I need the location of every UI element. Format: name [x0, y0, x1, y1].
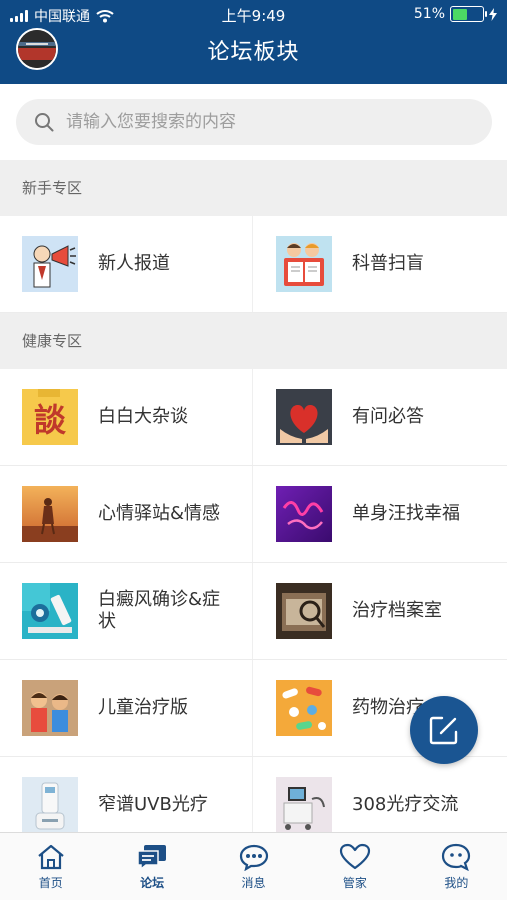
section-header-health: 健康专区 — [0, 313, 507, 369]
page-title: 论坛板块 — [207, 40, 300, 65]
section-header-newbie: 新手专区 — [0, 160, 507, 216]
board-item-archive[interactable]: 治疗档案室 — [254, 563, 507, 659]
board-label: 有问必答 — [352, 406, 424, 427]
megaphone-thumb — [22, 236, 78, 292]
board-label: 白白大杂谈 — [98, 406, 188, 427]
svg-text:談: 談 — [34, 401, 67, 439]
home-icon — [37, 844, 64, 870]
heart-hands-thumb — [276, 389, 332, 445]
tab-steward[interactable]: 管家 — [304, 833, 405, 900]
tab-label: 首页 — [38, 876, 63, 890]
board-row: 白癜风确诊&症状 治疗档案室 — [0, 563, 507, 660]
children-thumb — [22, 680, 78, 736]
board-label: 科普扫盲 — [352, 253, 424, 274]
board-label: 新人报道 — [98, 253, 170, 274]
board-item-qa[interactable]: 有问必答 — [254, 369, 507, 465]
tab-label: 管家 — [342, 876, 367, 890]
board-item-diagnosis[interactable]: 白癜风确诊&症状 — [0, 563, 253, 659]
new-post-button[interactable] — [410, 696, 478, 764]
tab-label: 消息 — [241, 876, 266, 890]
tab-messages[interactable]: 消息 — [203, 833, 304, 900]
board-label: 儿童治疗版 — [98, 697, 188, 718]
tab-label: 论坛 — [140, 876, 165, 890]
board-item-newcomer[interactable]: 新人报道 — [0, 216, 253, 312]
talk-sticker-thumb: 談 — [22, 389, 78, 445]
battery-percent: 51% — [413, 6, 445, 22]
app-header: 中国联通 上午9:49 51% 论坛板块 — [0, 0, 507, 84]
archive-thumb — [276, 583, 332, 639]
tab-label: 我的 — [444, 876, 469, 890]
edit-icon — [429, 716, 458, 745]
board-label: 308光疗交流 — [352, 794, 459, 815]
status-bar: 中国联通 上午9:49 51% — [0, 0, 507, 30]
uvb-device-thumb — [22, 777, 78, 833]
board-label: 治疗档案室 — [352, 600, 442, 621]
board-label: 心情驿站&情感 — [98, 503, 221, 524]
forum-icon — [137, 845, 167, 871]
battery-icon — [450, 6, 487, 22]
search-icon — [35, 113, 54, 132]
bottom-tab-bar: 首页 论坛 消息 管家 我的 — [0, 832, 507, 900]
message-icon — [239, 844, 268, 871]
tab-forum[interactable]: 论坛 — [101, 833, 202, 900]
board-row: 心情驿站&情感 单身汪找幸福 — [0, 466, 507, 563]
board-item-chat[interactable]: 談 白白大杂谈 — [0, 369, 253, 465]
purple-script-thumb — [276, 486, 332, 542]
charging-icon — [489, 7, 497, 21]
board-item-mood[interactable]: 心情驿站&情感 — [0, 466, 253, 562]
board-item-science[interactable]: 科普扫盲 — [254, 216, 507, 312]
board-label: 窄谱UVB光疗 — [98, 794, 208, 815]
board-item-children[interactable]: 儿童治疗版 — [0, 660, 253, 756]
board-label: 白癜风确诊&症状 — [98, 589, 221, 632]
microscope-thumb — [22, 583, 78, 639]
pills-thumb — [276, 680, 332, 736]
profile-icon — [442, 843, 471, 871]
board-label: 单身汪找幸福 — [352, 503, 460, 524]
book-kids-thumb — [276, 236, 332, 292]
tab-profile[interactable]: 我的 — [406, 833, 507, 900]
search-bar[interactable] — [16, 99, 492, 145]
heart-icon — [339, 843, 371, 870]
board-row: 談 白白大杂谈 有问必答 — [0, 369, 507, 466]
tab-home[interactable]: 首页 — [0, 833, 101, 900]
board-item-single[interactable]: 单身汪找幸福 — [254, 466, 507, 562]
board-row: 新人报道 科普扫盲 — [0, 216, 507, 313]
search-input[interactable] — [66, 112, 446, 132]
search-area — [0, 84, 507, 160]
sunset-girl-thumb — [22, 486, 78, 542]
laser-device-thumb — [276, 777, 332, 833]
